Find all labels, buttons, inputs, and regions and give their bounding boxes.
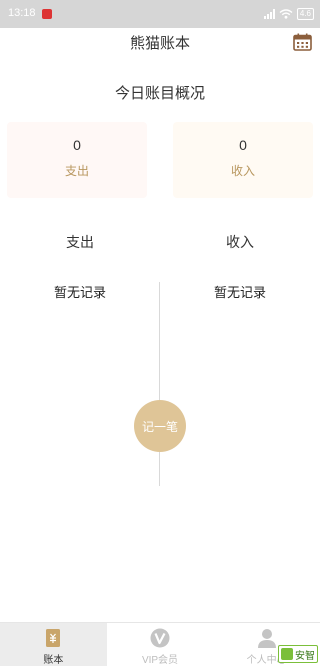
app-header: 熊猫账本	[0, 28, 320, 56]
vip-icon	[150, 628, 170, 648]
income-empty-state: 暂无记录	[213, 285, 266, 300]
income-total: 0	[239, 137, 247, 153]
expense-total: 0	[73, 137, 81, 153]
page-title: 熊猫账本	[129, 35, 190, 52]
status-bar: 13:18 4.6	[0, 0, 320, 28]
expense-empty-state: 暂无记录	[53, 285, 106, 300]
expense-summary-card: 0 支出	[7, 122, 147, 198]
ledger-icon	[46, 629, 61, 647]
tab-vip[interactable]: VIP会员	[106, 623, 214, 666]
add-record-button[interactable]: 记一笔	[134, 400, 186, 452]
income-label: 收入	[230, 164, 255, 178]
watermark-badge-icon	[281, 648, 293, 660]
tab-vip-label: VIP会员	[141, 655, 179, 666]
bottom-tab-bar: 账本 VIP会员 个人中心	[0, 622, 320, 666]
status-time: 13:18	[8, 7, 36, 19]
tab-ledger[interactable]: 账本	[0, 623, 107, 666]
income-column-heading: 收入	[226, 234, 254, 250]
wifi-icon	[279, 9, 293, 19]
income-summary-card: 0 收入	[173, 122, 313, 198]
battery-icon: 4.6	[296, 8, 314, 20]
overview-title: 今日账目概况	[114, 85, 205, 102]
column-divider	[159, 282, 160, 486]
tab-ledger-label: 账本	[43, 655, 64, 666]
user-icon	[257, 629, 276, 648]
notification-app-icon	[42, 9, 52, 19]
expense-column-heading: 支出	[66, 234, 94, 250]
expense-label: 支出	[64, 164, 89, 178]
watermark-text: 安智	[295, 650, 315, 662]
signal-icon	[263, 9, 275, 19]
watermark-logo: 安智	[278, 645, 318, 663]
status-indicators: 4.6	[263, 7, 314, 21]
calendar-icon[interactable]	[293, 33, 312, 51]
